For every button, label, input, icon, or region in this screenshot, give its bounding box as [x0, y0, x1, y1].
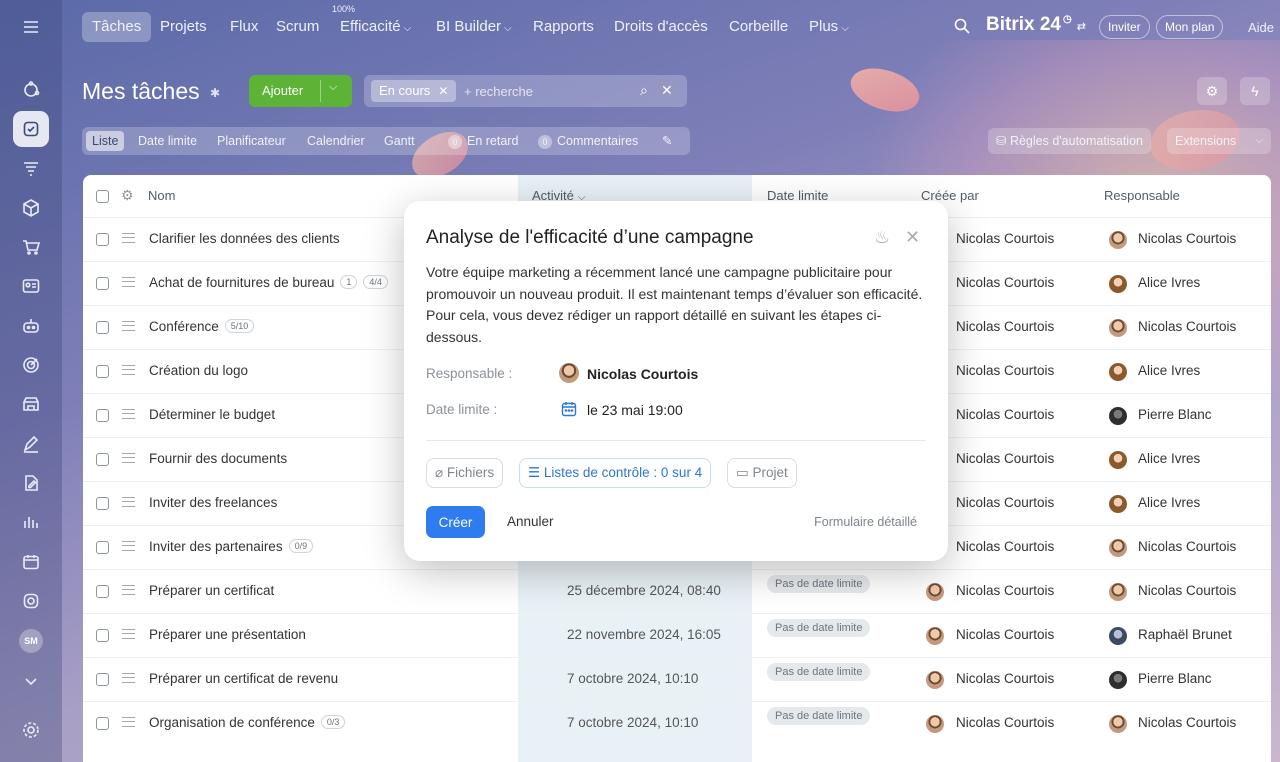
cancel-button[interactable]: Annuler: [507, 514, 554, 529]
responsible-avatar: [559, 363, 579, 383]
modal-title: Analyse de l'efficacité d’une campagne: [426, 227, 754, 248]
checklists-label: Listes de contrôle : 0 sur 4: [543, 465, 703, 480]
close-icon[interactable]: ✕: [905, 227, 920, 248]
detailed-form-link[interactable]: Formulaire détaillé: [814, 515, 917, 529]
files-label: Fichiers: [446, 465, 495, 480]
project-button[interactable]: ▭ Projet: [727, 458, 797, 488]
responsible-value[interactable]: Nicolas Courtois: [587, 366, 698, 382]
project-label: Projet: [752, 465, 788, 480]
checklists-button[interactable]: ☰ Listes de contrôle : 0 sur 4: [519, 458, 712, 488]
modal-divider: [426, 440, 926, 441]
checklist-icon: ☰: [528, 465, 544, 480]
modal-overlay: Analyse de l'efficacité d’une campagne ♨…: [0, 0, 1280, 762]
paperclip-icon: ⌀: [435, 465, 447, 480]
files-button[interactable]: ⌀ Fichiers: [426, 458, 504, 488]
modal-description: Votre équipe marketing a récemment lancé…: [426, 264, 923, 345]
quick-task-modal: Analyse de l'efficacité d’une campagne ♨…: [404, 201, 948, 561]
deadline-value[interactable]: le 23 mai 19:00: [587, 402, 683, 418]
deadline-label: Date limite :: [426, 402, 498, 417]
create-button[interactable]: Créer: [426, 506, 485, 538]
folder-icon: ▭: [736, 465, 753, 480]
calendar-icon: [561, 401, 577, 420]
responsible-label: Responsable :: [426, 366, 513, 381]
flame-icon[interactable]: ♨: [874, 227, 890, 248]
